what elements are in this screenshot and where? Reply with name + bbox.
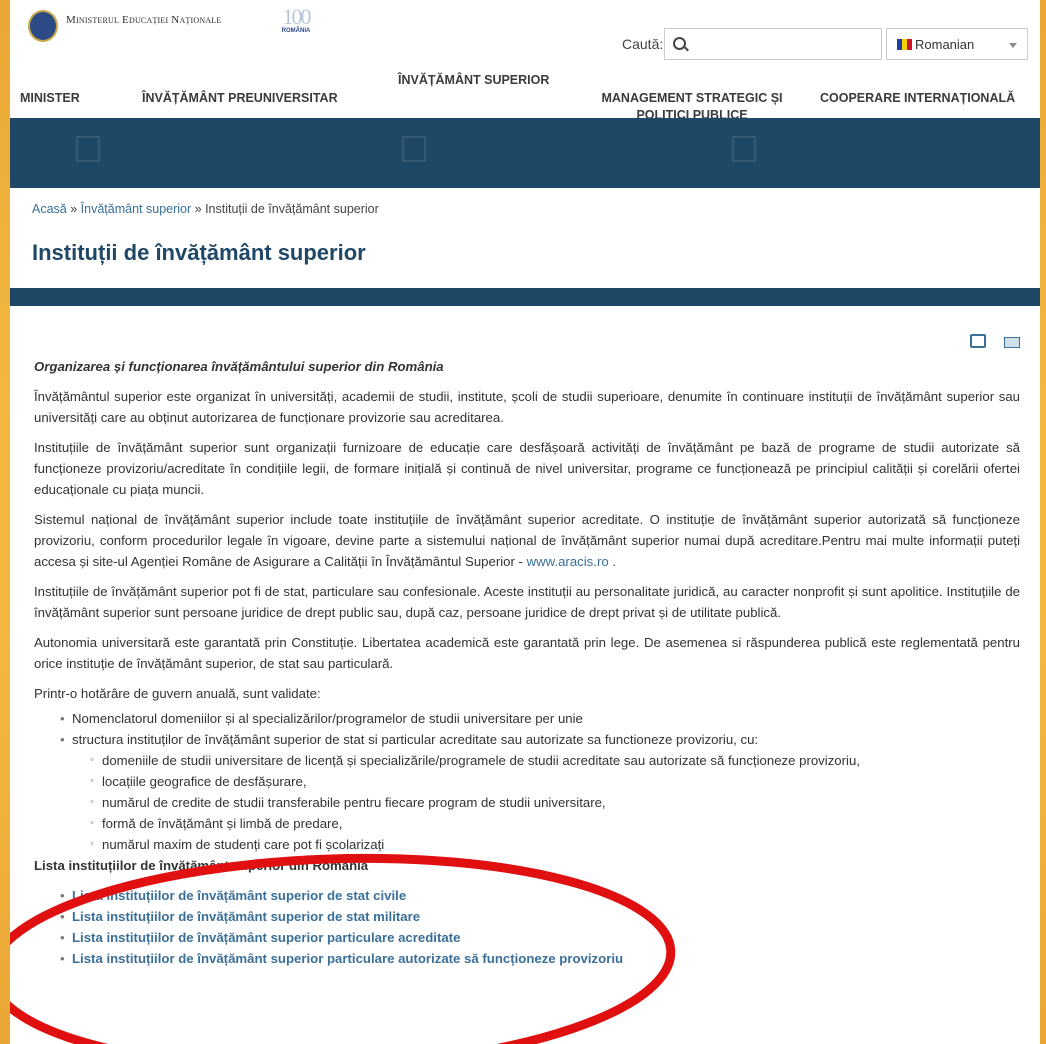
list-item: Lista instituțiilor de învățământ superi… — [60, 927, 1020, 948]
aracis-link[interactable]: www.aracis.ro — [527, 554, 609, 569]
search-input[interactable] — [664, 28, 882, 60]
link-state-civil[interactable]: Lista instituțiilor de învățământ superi… — [72, 888, 406, 903]
list-item: Nomenclatorul domeniilor și al specializ… — [60, 708, 1020, 729]
paragraph: Instituțiile de învățământ superior pot … — [34, 584, 1020, 620]
validated-list: Nomenclatorul domeniilor și al specializ… — [34, 708, 1020, 855]
page-tools — [969, 334, 1020, 353]
nav-superior[interactable]: ÎNVĂȚĂMÂNT SUPERIOR — [398, 72, 549, 89]
sub-list: domeniile de studii universitare de lice… — [72, 750, 1020, 855]
link-private-authorized[interactable]: Lista instituțiilor de învățământ superi… — [72, 951, 623, 966]
web-page: Ministerul Educației Naționale 100 ROMÂN… — [10, 0, 1040, 1044]
title-banner — [10, 288, 1040, 306]
centenary-logo: 100 ROMÂNIA — [272, 6, 320, 38]
page-title: Instituții de învățământ superior — [32, 240, 366, 265]
sub-list-item: numărul de credite de studii transferabi… — [90, 792, 1020, 813]
breadcrumb-current: Instituții de învățământ superior — [205, 202, 379, 216]
ministry-emblem-icon[interactable] — [28, 10, 58, 42]
paragraph: Instituțiile de învățământ superior sunt… — [34, 440, 1020, 497]
email-icon[interactable] — [1004, 337, 1020, 348]
chevron-down-icon — [1009, 43, 1017, 48]
nav-minister[interactable]: MINISTER — [20, 90, 80, 107]
banner-decoration — [732, 136, 756, 162]
paragraph: Sistemul național de învățământ superior… — [34, 509, 1020, 572]
search-label: Caută: — [622, 36, 664, 52]
header-banner — [10, 118, 1040, 188]
list-item: Lista instituțiilor de învățământ superi… — [60, 948, 1020, 969]
ministry-name[interactable]: Ministerul Educației Naționale — [66, 14, 221, 26]
banner-decoration — [76, 136, 100, 162]
nav-cooperare[interactable]: COOPERARE INTERNAȚIONALĂ — [820, 90, 1015, 107]
breadcrumb-separator: » — [194, 202, 202, 216]
link-private-accredited[interactable]: Lista instituțiilor de învățământ superi… — [72, 930, 460, 945]
breadcrumb-section[interactable]: Învățământ superior — [81, 202, 191, 216]
link-state-military[interactable]: Lista instituțiilor de învățământ superi… — [72, 909, 420, 924]
language-label: Romanian — [915, 37, 975, 52]
sub-list-item: domeniile de studii universitare de lice… — [90, 750, 1020, 771]
list-item-text: structura instituților de învățământ sup… — [72, 732, 759, 747]
institutions-list-heading: Lista instituțiilor de învățământ superi… — [34, 858, 369, 873]
article-content: Organizarea și funcționarea învățământul… — [34, 356, 1020, 969]
institutions-links: Lista instituțiilor de învățământ superi… — [34, 885, 1020, 969]
paragraph-end: . — [608, 554, 616, 569]
romania-flag-icon — [897, 39, 912, 50]
print-icon[interactable] — [969, 334, 986, 348]
sub-list-item: locațiile geografice de desfășurare, — [90, 771, 1020, 792]
intro-heading: Organizarea și funcționarea învățământul… — [34, 359, 444, 374]
centenary-text: ROMÂNIA — [281, 28, 311, 34]
banner-decoration — [402, 136, 426, 162]
paragraph: Învățământul superior este organizat în … — [34, 389, 1020, 425]
nav-preuniversitar[interactable]: ÎNVĂȚĂMÂNT PREUNIVERSITAR — [142, 90, 338, 107]
paragraph: Autonomia universitară este garantată pr… — [34, 635, 1020, 671]
list-item: structura instituților de învățământ sup… — [60, 729, 1020, 855]
breadcrumb-home[interactable]: Acasă — [32, 202, 67, 216]
centenary-number: 100 — [282, 4, 312, 29]
paragraph: Printr-o hotărâre de guvern anuală, sunt… — [34, 686, 321, 701]
breadcrumb: Acasă » Învățământ superior » Instituții… — [32, 202, 379, 216]
search-icon[interactable] — [673, 37, 686, 50]
list-item: Lista instituțiilor de învățământ superi… — [60, 906, 1020, 927]
sub-list-item: formă de învățământ și limbă de predare, — [90, 813, 1020, 834]
sub-list-item: numărul maxim de studenți care pot fi șc… — [90, 834, 1020, 855]
breadcrumb-separator: » — [70, 202, 78, 216]
language-select[interactable]: Romanian — [886, 28, 1028, 60]
list-item: Lista instituțiilor de învățământ superi… — [60, 885, 1020, 906]
